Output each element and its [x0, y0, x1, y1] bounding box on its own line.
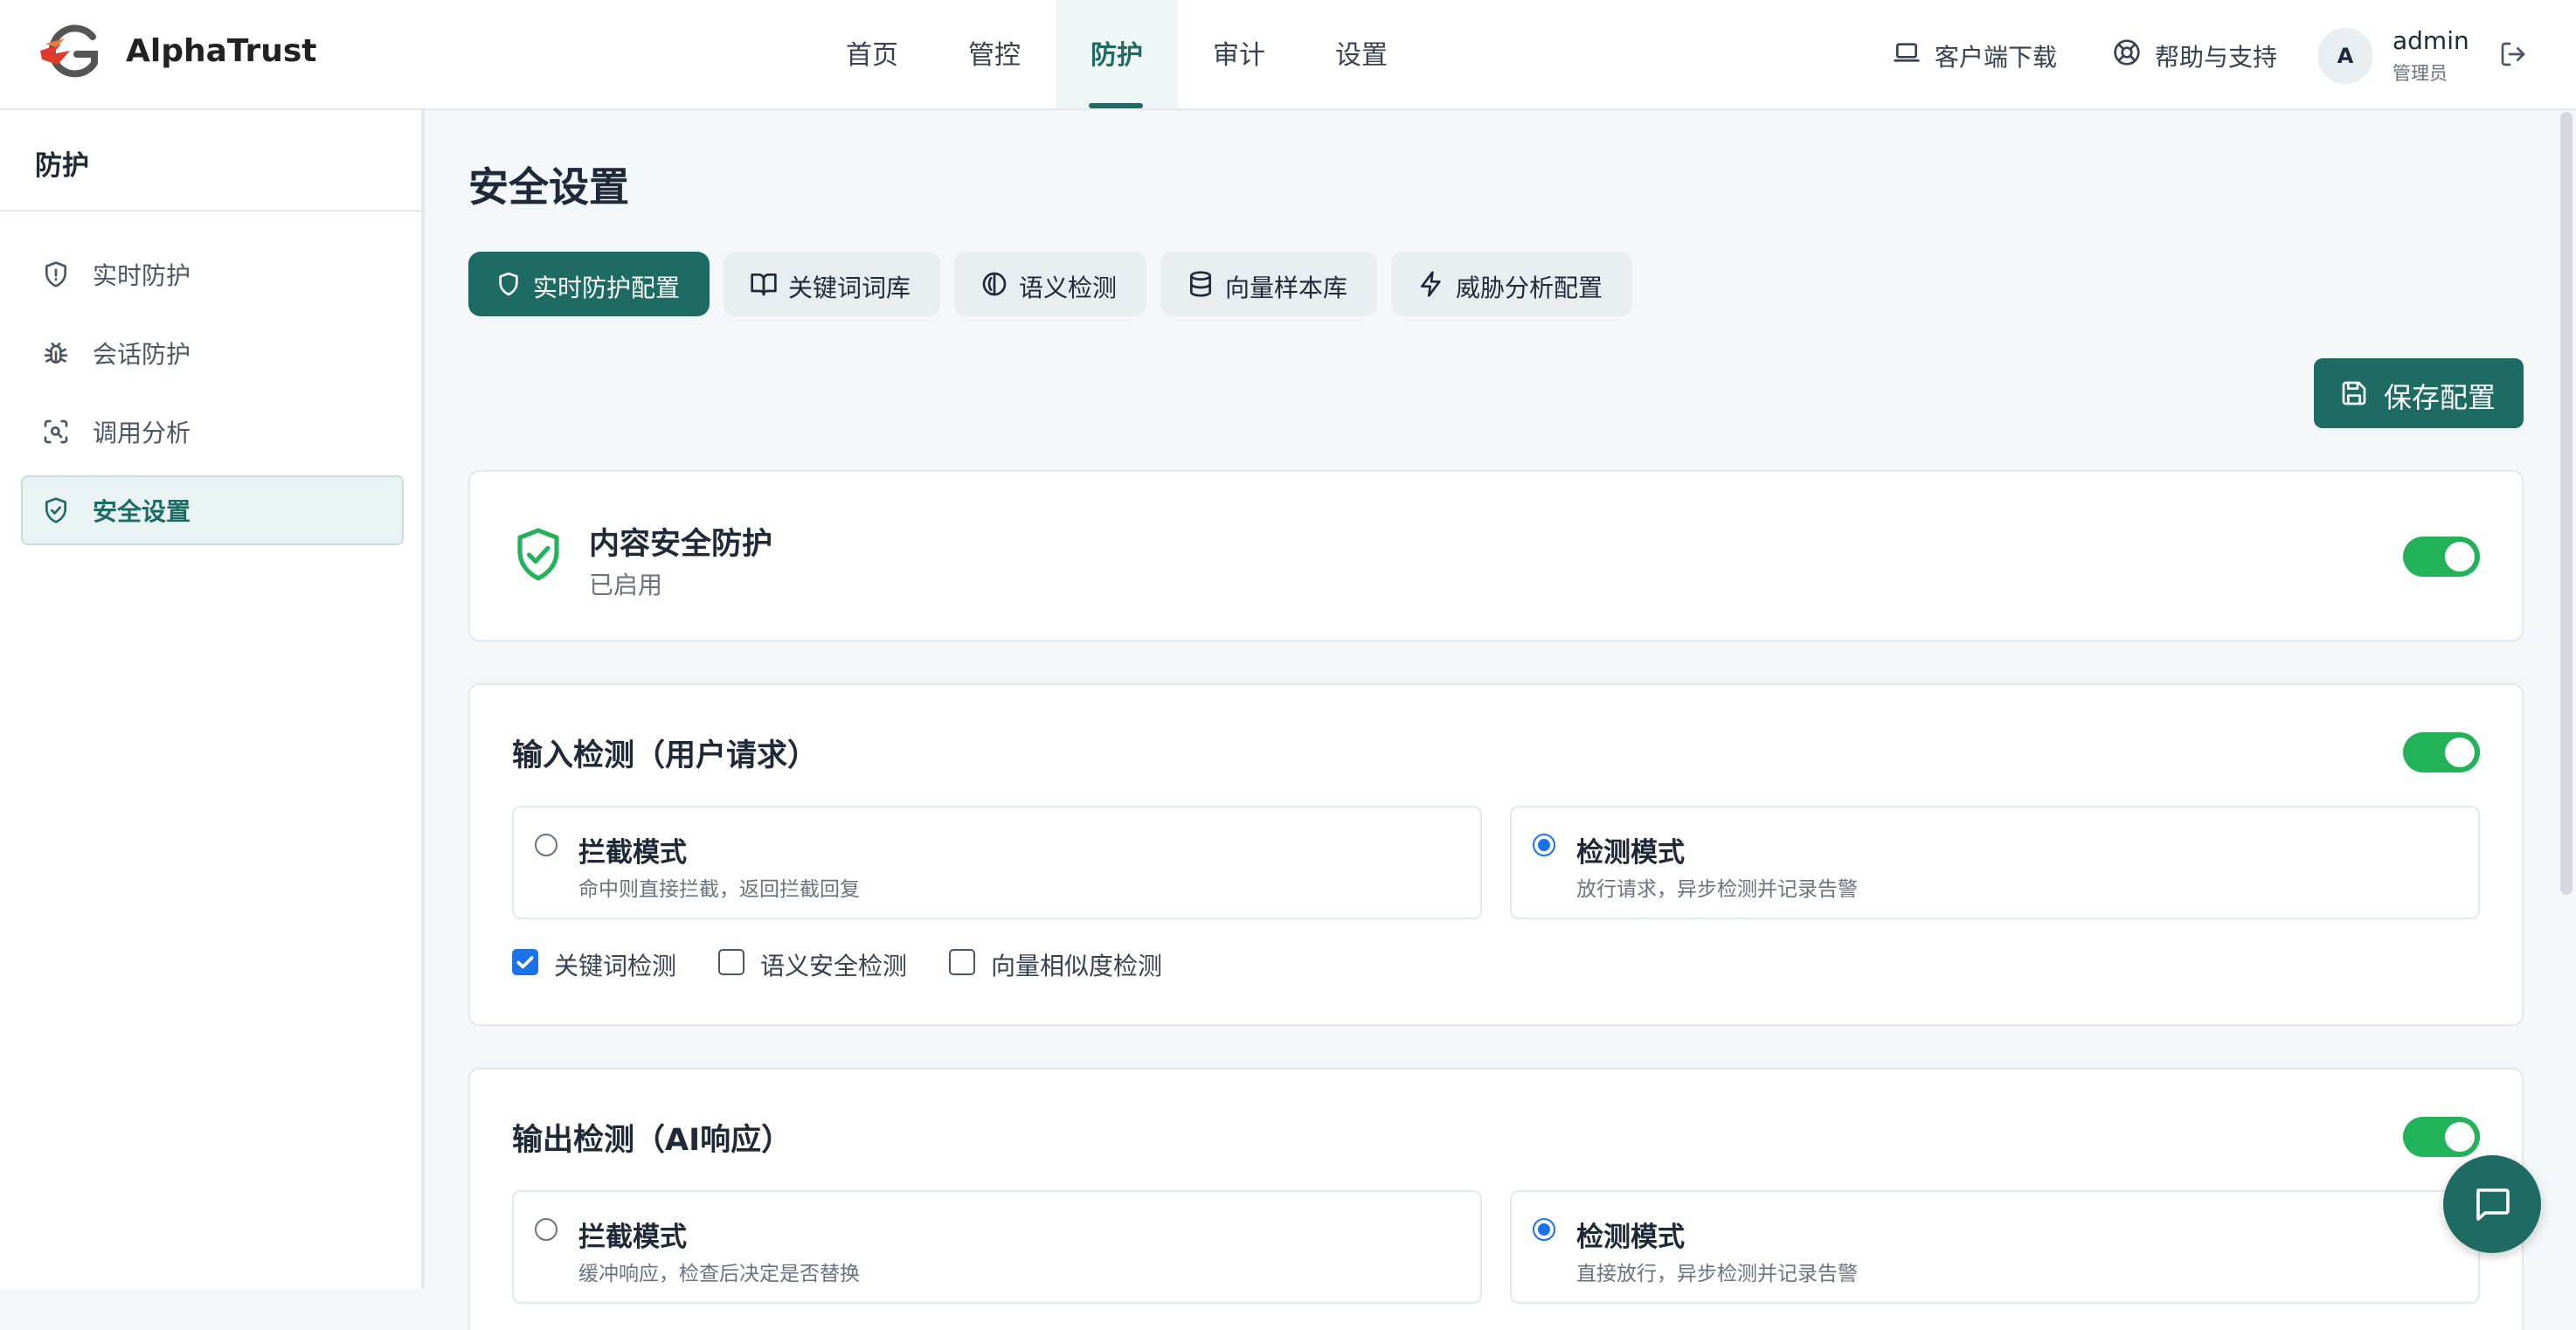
- mode-desc: 直接放行，异步检测并记录告警: [1576, 1263, 1858, 1285]
- client-download-link[interactable]: 客户端下载: [1935, 38, 2057, 73]
- user-name: admin: [2392, 26, 2469, 55]
- mode-title: 拦截模式: [578, 837, 687, 869]
- output-block-mode-option[interactable]: 拦截模式 缓冲响应，检查后决定是否替换: [512, 1190, 1482, 1304]
- save-button-label: 保存配置: [2384, 381, 2496, 414]
- semantic-icon: [980, 270, 1008, 298]
- input-detection-title: 输入检测（用户请求）: [512, 738, 819, 773]
- save-icon: [2340, 379, 2368, 407]
- avatar[interactable]: A: [2317, 28, 2373, 84]
- sidebar: 防护 实时防护 会话防护 调用分析 安全设置: [0, 110, 425, 1288]
- help-support-link[interactable]: 帮助与支持: [2155, 38, 2277, 73]
- nav-item-audit[interactable]: 审计: [1202, 0, 1276, 108]
- mode-title: 检测模式: [1576, 1222, 1685, 1253]
- shield-icon: [42, 260, 70, 288]
- output-detect-mode-option[interactable]: 检测模式 直接放行，异步检测并记录告警: [1510, 1190, 2480, 1304]
- zap-icon: [1417, 270, 1445, 298]
- sidebar-item-call-analysis[interactable]: 调用分析: [21, 397, 404, 467]
- semantic-detection-checkbox[interactable]: [718, 949, 744, 975]
- book-icon: [750, 270, 778, 298]
- sidebar-item-session-protection[interactable]: 会话防护: [21, 318, 404, 388]
- vector-similarity-label[interactable]: 向量相似度检测: [991, 947, 1162, 982]
- sidebar-item-label: 会话防护: [93, 340, 191, 369]
- vector-similarity-checkbox[interactable]: [949, 949, 975, 975]
- output-block-mode-radio[interactable]: [535, 1218, 557, 1241]
- output-detection-toggle[interactable]: [2403, 1117, 2480, 1157]
- save-config-button[interactable]: 保存配置: [2314, 358, 2524, 428]
- output-detection-title: 输出检测（AI响应）: [512, 1123, 793, 1158]
- shield-icon: [495, 270, 523, 298]
- tab-label: 实时防护配置: [533, 274, 681, 302]
- input-detect-mode-option[interactable]: 检测模式 放行请求，异步检测并记录告警: [1510, 806, 2480, 919]
- input-block-mode-option[interactable]: 拦截模式 命中则直接拦截，返回拦截回复: [512, 806, 1482, 919]
- chat-button[interactable]: [2443, 1155, 2541, 1253]
- input-detection-toggle[interactable]: [2403, 732, 2480, 772]
- logout-icon[interactable]: [2499, 40, 2527, 68]
- shield-check-icon: [514, 526, 563, 584]
- brand-name: AlphaTrust: [126, 33, 317, 69]
- input-block-mode-radio[interactable]: [535, 834, 557, 856]
- tab-threat-analysis[interactable]: 威胁分析配置: [1391, 252, 1632, 316]
- mode-title: 拦截模式: [578, 1222, 687, 1253]
- tab-keyword-library[interactable]: 关键词词库: [724, 252, 940, 316]
- shield-check-icon: [42, 496, 70, 524]
- database-icon: [1187, 270, 1215, 298]
- sidebar-item-label: 调用分析: [93, 419, 191, 447]
- message-square-icon: [2471, 1183, 2513, 1225]
- scrollbar-thumb[interactable]: [2560, 112, 2573, 895]
- content-protection-title: 内容安全防护: [589, 527, 773, 562]
- sidebar-title: 防护: [35, 150, 89, 182]
- input-detection-card: 输入检测（用户请求） 拦截模式 命中则直接拦截，返回拦截回复 检测模式 放行请求…: [468, 683, 2524, 1026]
- output-detection-card: 输出检测（AI响应） 拦截模式 缓冲响应，检查后决定是否替换 检测模式 直接放行…: [468, 1068, 2524, 1330]
- tab-label: 关键词词库: [788, 274, 911, 302]
- page-title: 安全设置: [468, 163, 629, 211]
- tab-vector-library[interactable]: 向量样本库: [1160, 252, 1377, 316]
- tab-realtime-config[interactable]: 实时防护配置: [468, 252, 710, 316]
- sidebar-item-security-settings[interactable]: 安全设置: [21, 475, 404, 545]
- alphatrust-logo-icon[interactable]: [38, 24, 105, 82]
- mode-desc: 放行请求，异步检测并记录告警: [1576, 878, 1858, 901]
- content-protection-card: 内容安全防护 已启用: [468, 470, 2524, 641]
- tab-label: 语义检测: [1019, 274, 1118, 302]
- mode-title: 检测模式: [1576, 837, 1685, 869]
- tab-label: 向量样本库: [1225, 274, 1348, 302]
- semantic-detection-label[interactable]: 语义安全检测: [760, 947, 907, 982]
- tab-semantic-detection[interactable]: 语义检测: [954, 252, 1146, 316]
- nav-item-home[interactable]: 首页: [835, 0, 909, 108]
- sidebar-item-realtime-protection[interactable]: 实时防护: [21, 239, 404, 309]
- sidebar-divider: [0, 210, 421, 211]
- keyword-detection-label[interactable]: 关键词检测: [554, 947, 676, 982]
- sidebar-item-label: 安全设置: [93, 497, 191, 526]
- nav-item-settings[interactable]: 设置: [1325, 0, 1398, 108]
- nav-item-control[interactable]: 管控: [958, 0, 1031, 108]
- laptop-icon[interactable]: [1893, 38, 1921, 66]
- scan-search-icon: [42, 418, 70, 446]
- tab-label: 威胁分析配置: [1456, 274, 1603, 302]
- sidebar-item-label: 实时防护: [93, 261, 191, 290]
- mode-desc: 缓冲响应，检查后决定是否替换: [578, 1263, 860, 1285]
- input-detect-mode-radio[interactable]: [1533, 834, 1555, 856]
- mode-desc: 命中则直接拦截，返回拦截回复: [578, 878, 860, 901]
- output-detect-mode-radio[interactable]: [1533, 1218, 1555, 1241]
- nav-active-indicator: [1089, 103, 1143, 108]
- content-protection-toggle[interactable]: [2403, 537, 2480, 577]
- nav-item-protection[interactable]: 防护: [1056, 0, 1178, 108]
- top-bar: AlphaTrust 首页 管控 防护 审计 设置 客户端下载 帮助与支持 A …: [0, 0, 2576, 110]
- user-role: 管理员: [2392, 63, 2448, 84]
- life-buoy-icon[interactable]: [2113, 38, 2141, 66]
- content-protection-status: 已启用: [589, 571, 663, 599]
- bug-icon: [42, 339, 70, 367]
- keyword-detection-checkbox[interactable]: [512, 949, 538, 975]
